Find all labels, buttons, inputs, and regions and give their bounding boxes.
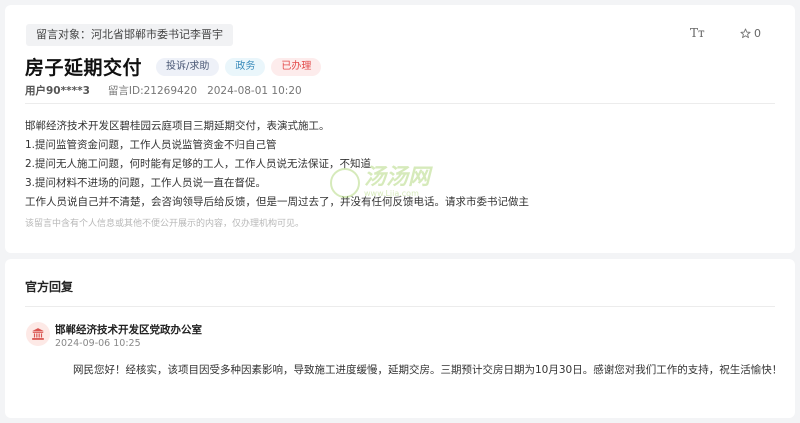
type-badge: 投诉/求助 <box>156 57 220 76</box>
message-target-tag: 留言对象：河北省邯郸市委书记李晋宇 <box>26 24 233 46</box>
font-size-icon: Tт <box>690 26 705 40</box>
like-count: 0 <box>754 27 761 40</box>
content-line: 1.提问监管资金问题，工作人员说监管资金不归自己管 <box>25 139 277 151</box>
star-icon <box>740 28 751 39</box>
privacy-notice: 该留言中含有个人信息或其他不便公开展示的内容，仅办理机构可见。 <box>25 219 305 229</box>
message-meta: 用户90****3 留言ID:21269420 2024-08-01 10:20 <box>25 83 302 98</box>
content-line: 3.提问材料不进场的问题，工作人员说一直在督促。 <box>25 177 267 189</box>
reply-text: 网民您好！经核实，该项目因受多种因素影响，导致施工进度缓慢，延期交房。三期预计交… <box>73 364 783 376</box>
message-card: 留言对象：河北省邯郸市委书记李晋宇 Tт 0 房子延期交付 投诉/求助 政务 已… <box>5 5 795 253</box>
message-id: 留言ID:21269420 <box>107 85 198 97</box>
reply-heading: 官方回复 <box>25 280 74 294</box>
divider <box>25 103 775 104</box>
reply-org-name: 邯郸经济技术开发区党政办公室 <box>55 324 202 336</box>
content-line: 工作人员说自己并不清楚，会咨询领导后给反馈，但是一周过去了，并没有任何反馈电话。… <box>25 196 529 208</box>
font-size-button[interactable]: Tт <box>690 26 705 40</box>
target-label: 留言对象： <box>36 28 91 41</box>
user-name: 用户90****3 <box>25 85 90 97</box>
org-avatar <box>26 322 50 346</box>
content-line: 邯郸经济技术开发区碧桂园云庭项目三期延期交付，表演式施工。 <box>25 120 330 132</box>
message-content: 邯郸经济技术开发区碧桂园云庭项目三期延期交付，表演式施工。 1.提问监管资金问题… <box>25 117 765 212</box>
reply-datetime: 2024-09-06 10:25 <box>55 338 141 349</box>
reply-card: 官方回复 邯郸经济技术开发区党政办公室 2024-09-06 10:25 网民您… <box>5 259 795 418</box>
like-button[interactable]: 0 <box>740 27 761 40</box>
title-row: 房子延期交付 投诉/求助 政务 已办理 <box>25 53 322 80</box>
content-line: 2.提问无人施工问题，何时能有足够的工人，工作人员说无法保证，不知道 <box>25 158 372 170</box>
divider <box>25 306 775 307</box>
message-title: 房子延期交付 <box>25 57 143 79</box>
target-name[interactable]: 河北省邯郸市委书记李晋宇 <box>91 28 223 41</box>
status-badge: 已办理 <box>271 57 322 76</box>
message-datetime: 2024-08-01 10:20 <box>207 84 302 97</box>
government-building-icon <box>32 328 44 340</box>
department-badge: 政务 <box>225 57 266 76</box>
